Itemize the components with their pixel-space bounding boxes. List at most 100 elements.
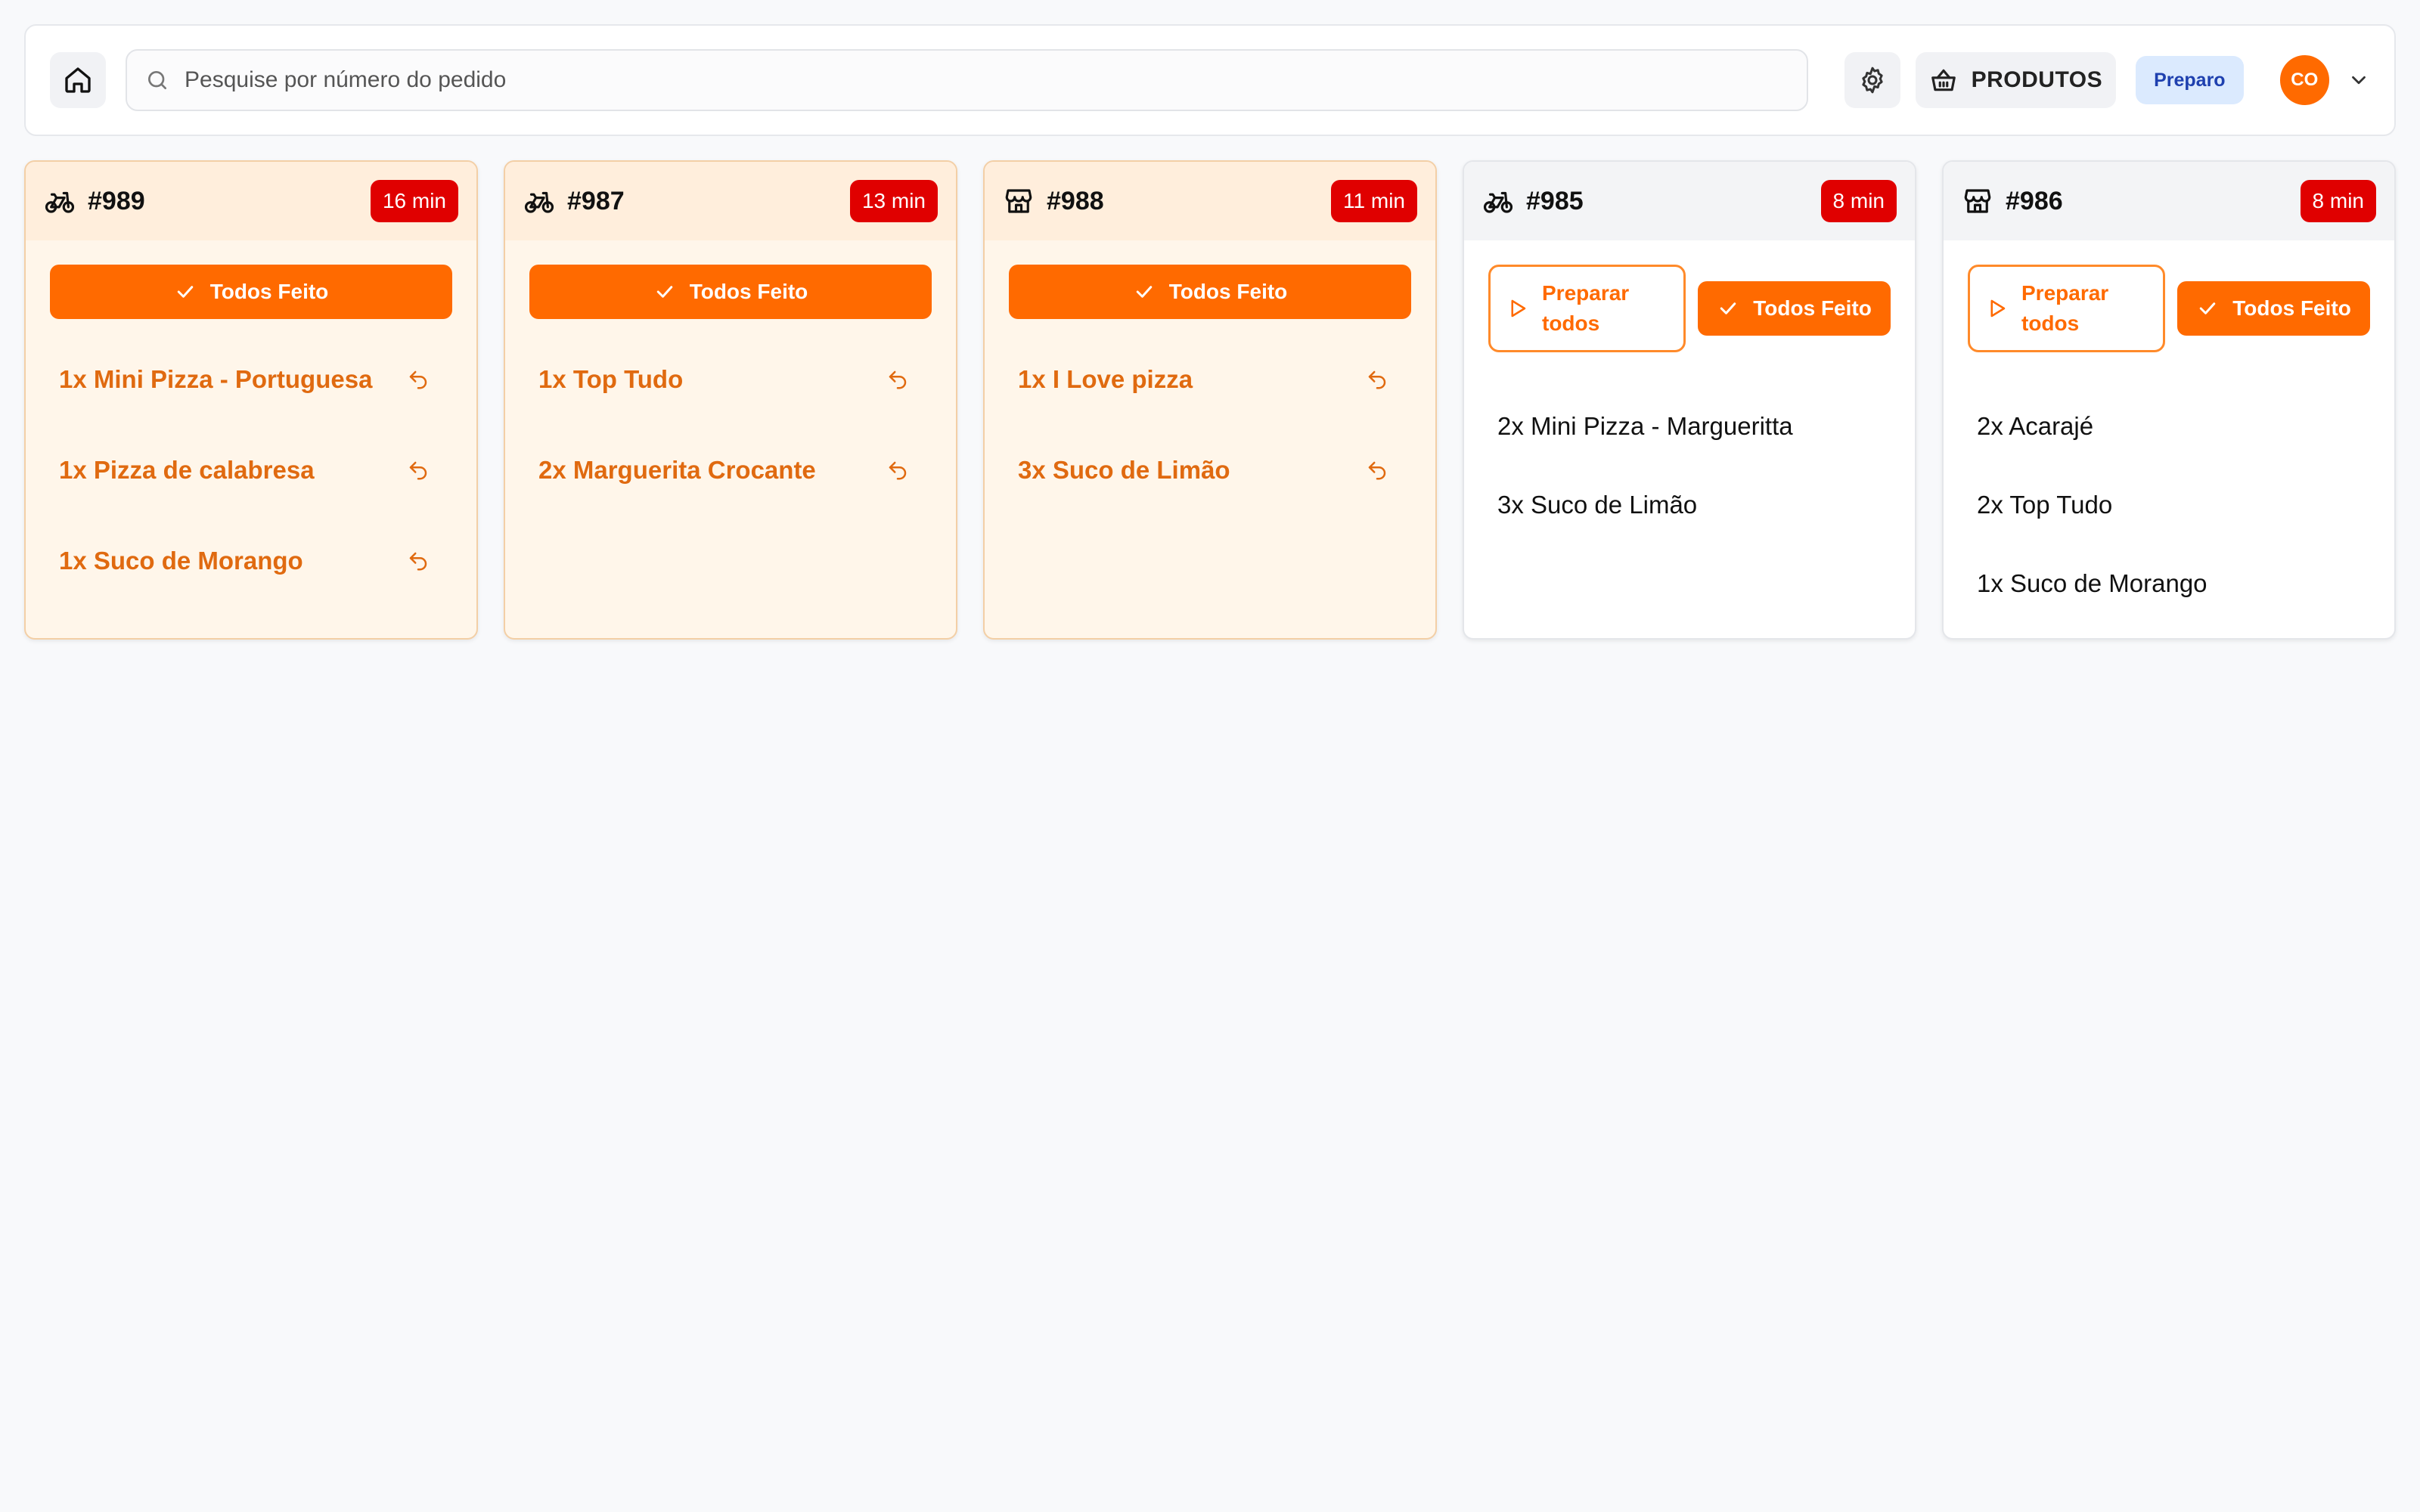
store-icon [1005, 189, 1032, 213]
play-icon [1511, 299, 1526, 318]
play-icon [1990, 299, 2006, 318]
undo-button[interactable] [407, 550, 430, 572]
order-number: #988 [1047, 186, 1104, 215]
check-icon [2200, 302, 2216, 314]
order-number: #986 [2006, 186, 2063, 215]
order-title: #987 [523, 185, 625, 217]
mode-badge[interactable]: Preparo [2136, 56, 2244, 104]
order-item-label: 2x Acarajé [1977, 412, 2094, 440]
order-card: #988 11 min Todos Feito 1x I Love pizza … [983, 160, 1437, 640]
products-button[interactable]: PRODUTOS [1915, 52, 2117, 108]
order-card: #986 8 min Preparar todos Todos Feito 2x… [1942, 160, 2396, 640]
elapsed-timer-badge: 11 min [1331, 180, 1417, 222]
order-number: #989 [88, 186, 145, 215]
order-item-label: 1x Suco de Morango [1977, 569, 2207, 597]
all-done-label: Todos Feito [2232, 296, 2351, 320]
bike-icon [1483, 191, 1513, 213]
order-card-header: #986 8 min [1944, 162, 2394, 240]
check-icon [656, 286, 672, 298]
chevron-down-icon [2352, 76, 2366, 85]
top-bar: PRODUTOS Preparo CO [24, 24, 2396, 136]
order-item-label: 1x Mini Pizza - Portuguesa [59, 365, 373, 393]
order-item[interactable]: 2x Marguerita Crocante [529, 425, 932, 516]
order-item[interactable]: 1x Pizza de calabresa [50, 425, 452, 516]
order-item-label: 1x Top Tudo [538, 365, 684, 393]
search-input[interactable] [185, 67, 1773, 93]
order-card-header: #985 8 min [1464, 162, 1915, 240]
home-icon [65, 67, 91, 93]
order-item[interactable]: 1x Suco de Morango [50, 516, 452, 606]
elapsed-timer-badge: 8 min [2300, 180, 2376, 222]
elapsed-timer-badge: 16 min [370, 180, 458, 222]
products-label: PRODUTOS [1971, 67, 2103, 92]
order-number: #985 [1526, 186, 1584, 215]
all-done-label: Todos Feito [209, 280, 329, 303]
order-item[interactable]: 3x Suco de Limão [1488, 466, 1891, 544]
order-item-label: 1x Suco de Morango [59, 547, 303, 575]
all-done-button[interactable]: Todos Feito [50, 265, 452, 319]
order-item[interactable]: 1x Top Tudo [529, 334, 932, 425]
undo-button[interactable] [1366, 368, 1388, 391]
order-title: #988 [1003, 185, 1104, 217]
order-item[interactable]: 1x Mini Pizza - Portuguesa [50, 334, 452, 425]
bike-icon [45, 191, 75, 213]
order-item[interactable]: 1x I Love pizza [1009, 334, 1411, 425]
all-done-label: Todos Feito [1753, 296, 1872, 320]
undo-button[interactable] [407, 459, 430, 482]
basket-icon [1931, 69, 1956, 91]
order-card-header: #987 13 min [505, 162, 956, 240]
order-card: #985 8 min Preparar todos Todos Feito 2x… [1463, 160, 1916, 640]
order-card-header: #988 11 min [985, 162, 1435, 240]
undo-button[interactable] [886, 368, 909, 391]
all-done-button[interactable]: Todos Feito [529, 265, 932, 319]
all-done-label: Todos Feito [1168, 280, 1288, 303]
undo-icon [889, 461, 907, 480]
undo-button[interactable] [407, 368, 430, 391]
all-done-button[interactable]: Todos Feito [1009, 265, 1411, 319]
all-done-label: Todos Feito [689, 280, 808, 303]
prepare-all-button[interactable]: Preparar todos [1968, 265, 2166, 352]
order-item-label: 2x Top Tudo [1977, 491, 2113, 519]
avatar[interactable]: CO [2279, 55, 2329, 105]
order-item[interactable]: 3x Suco de Limão [1009, 425, 1411, 516]
gear-icon [1861, 67, 1883, 94]
home-button[interactable] [50, 52, 106, 108]
all-done-button[interactable]: Todos Feito [1698, 281, 1891, 336]
order-title: #989 [44, 185, 145, 217]
order-item[interactable]: 2x Acarajé [1968, 387, 2370, 466]
order-number: #987 [567, 186, 625, 215]
prepare-all-label: Preparar todos [2021, 281, 2109, 335]
order-item-label: 2x Marguerita Crocante [538, 456, 816, 484]
undo-icon [409, 461, 427, 480]
orders-board: #989 16 min Todos Feito 1x Mini Pizza - … [24, 160, 2396, 640]
undo-icon [1368, 370, 1386, 389]
undo-icon [889, 370, 907, 389]
undo-icon [409, 552, 427, 571]
undo-button[interactable] [886, 459, 909, 482]
order-item-label: 2x Mini Pizza - Margueritta [1497, 412, 1793, 440]
check-icon [1136, 286, 1152, 298]
store-icon [1964, 189, 1991, 213]
search-box[interactable] [126, 49, 1808, 111]
check-icon [177, 286, 193, 298]
prepare-all-label: Preparar todos [1542, 281, 1630, 335]
order-item[interactable]: 2x Mini Pizza - Margueritta [1488, 387, 1891, 466]
bike-icon [524, 191, 554, 213]
order-item-label: 1x I Love pizza [1018, 365, 1193, 393]
all-done-button[interactable]: Todos Feito [2177, 281, 2370, 336]
undo-icon [409, 370, 427, 389]
settings-button[interactable] [1844, 52, 1900, 108]
order-item[interactable]: 1x Suco de Morango [1968, 544, 2370, 623]
elapsed-timer-badge: 8 min [1820, 180, 1897, 222]
order-item[interactable]: 2x Top Tudo [1968, 466, 2370, 544]
undo-button[interactable] [1366, 459, 1388, 482]
elapsed-timer-badge: 13 min [849, 180, 938, 222]
order-item-label: 1x Pizza de calabresa [59, 456, 315, 484]
account-menu-toggle[interactable] [2347, 69, 2370, 91]
order-item-label: 3x Suco de Limão [1497, 491, 1698, 519]
order-card: #989 16 min Todos Feito 1x Mini Pizza - … [24, 160, 478, 640]
order-title: #986 [1962, 185, 2063, 217]
search-icon [148, 71, 166, 89]
check-icon [1720, 302, 1736, 314]
prepare-all-button[interactable]: Preparar todos [1488, 265, 1686, 352]
